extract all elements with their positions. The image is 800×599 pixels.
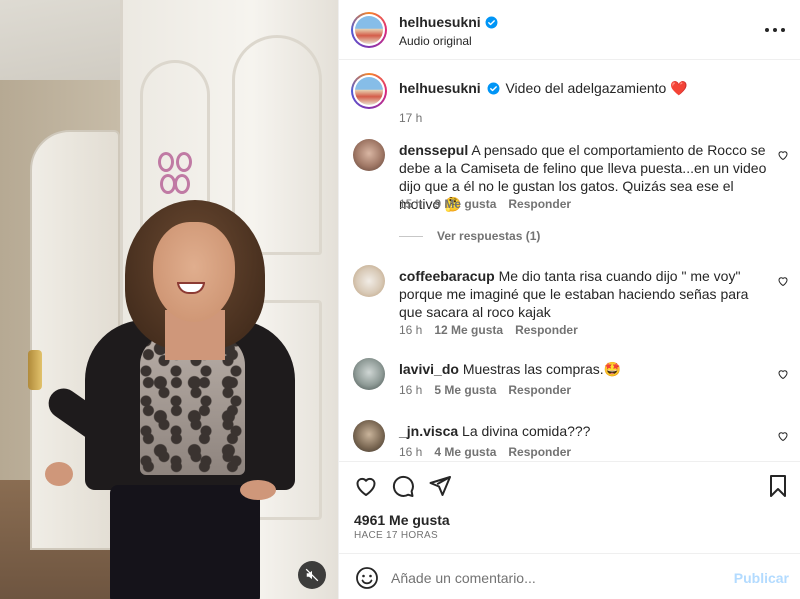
verified-badge-icon: [485, 16, 498, 28]
commenter-username[interactable]: coffeebaracup: [399, 268, 495, 284]
post-video[interactable]: [0, 0, 338, 599]
caption-timestamp: 17 h: [399, 111, 423, 125]
comment-body: lavivi_do Muestras las compras.🤩: [399, 360, 769, 378]
caption-author-avatar[interactable]: [351, 73, 387, 109]
comment-text: La divina comida???: [462, 423, 591, 439]
view-replies-label[interactable]: Ver respuestas (1): [437, 229, 540, 243]
comment-time: 16 h: [399, 323, 423, 337]
commenter-username[interactable]: lavivi_do: [399, 361, 459, 377]
caption-emoji: ❤️: [670, 80, 688, 96]
comment-heart-icon[interactable]: [777, 275, 789, 287]
comment-meta: 15 h 9 Me gusta Responder: [399, 197, 571, 211]
verified-badge-icon: [487, 82, 500, 95]
comment-composer: Publicar: [339, 553, 800, 599]
video-person: [42, 200, 295, 599]
commenter-avatar[interactable]: [353, 358, 385, 390]
heart-icon[interactable]: [354, 474, 378, 498]
reply-button[interactable]: Responder: [508, 197, 571, 211]
caption-text: helhuesukni Video del adelgazamiento ❤️: [399, 79, 779, 97]
author-username-text[interactable]: helhuesukni: [399, 14, 481, 30]
comment-heart-icon[interactable]: [777, 149, 789, 161]
more-options-icon[interactable]: [763, 20, 787, 40]
comment-heart-icon[interactable]: [777, 430, 789, 442]
caption-body: Video del adelgazamiento: [505, 80, 667, 96]
comment-likes[interactable]: 4 Me gusta: [434, 445, 496, 459]
view-replies-button[interactable]: Ver respuestas (1): [399, 229, 540, 243]
author-username[interactable]: helhuesukni: [399, 14, 498, 30]
post-panel: helhuesukni Audio original helhuesukni V…: [338, 0, 800, 599]
comment-meta: 16 h 12 Me gusta Responder: [399, 323, 578, 337]
comment-likes[interactable]: 12 Me gusta: [434, 323, 503, 337]
comment-heart-icon[interactable]: [777, 368, 789, 380]
publish-button[interactable]: Publicar: [734, 570, 789, 586]
comment-meta: 16 h 4 Me gusta Responder: [399, 445, 571, 459]
comment-icon[interactable]: [391, 474, 415, 498]
share-icon[interactable]: [428, 474, 452, 498]
comment-likes[interactable]: 9 Me gusta: [434, 197, 496, 211]
comment-text: Muestras las compras.🤩: [462, 361, 622, 377]
comment-time: 16 h: [399, 445, 423, 459]
commenter-avatar[interactable]: [353, 139, 385, 171]
reply-button[interactable]: Responder: [515, 323, 578, 337]
reply-button[interactable]: Responder: [508, 383, 571, 397]
post-header: helhuesukni Audio original: [339, 0, 800, 60]
audio-label[interactable]: Audio original: [399, 34, 472, 48]
commenter-avatar[interactable]: [353, 265, 385, 297]
author-avatar[interactable]: [351, 12, 387, 48]
comment-body: _jn.visca La divina comida???: [399, 422, 769, 440]
post-actions: [339, 461, 800, 509]
comments-list[interactable]: helhuesukni Video del adelgazamiento ❤️ …: [339, 61, 800, 461]
mute-button[interactable]: [298, 561, 326, 589]
comment-body: coffeebaracup Me dio tanta risa cuando d…: [399, 267, 769, 321]
replies-divider: [399, 235, 423, 237]
comment-time: 16 h: [399, 383, 423, 397]
commenter-username[interactable]: denssepul: [399, 142, 468, 158]
comment-input[interactable]: [391, 566, 721, 590]
caption-username[interactable]: helhuesukni: [399, 80, 481, 96]
video-door-handle: [28, 350, 42, 390]
video-butterfly-decor: [158, 152, 194, 198]
commenter-avatar[interactable]: [353, 420, 385, 452]
bookmark-icon[interactable]: [766, 474, 790, 498]
comment-meta: 16 h 5 Me gusta Responder: [399, 383, 571, 397]
emoji-icon[interactable]: [355, 566, 379, 590]
commenter-username[interactable]: _jn.visca: [399, 423, 458, 439]
reply-button[interactable]: Responder: [508, 445, 571, 459]
likes-count[interactable]: 4961 Me gusta: [354, 512, 450, 528]
muted-speaker-icon: [305, 568, 319, 582]
comment-time: 15 h: [399, 197, 423, 211]
post-timestamp[interactable]: HACE 17 HORAS: [354, 530, 438, 541]
comment-likes[interactable]: 5 Me gusta: [434, 383, 496, 397]
